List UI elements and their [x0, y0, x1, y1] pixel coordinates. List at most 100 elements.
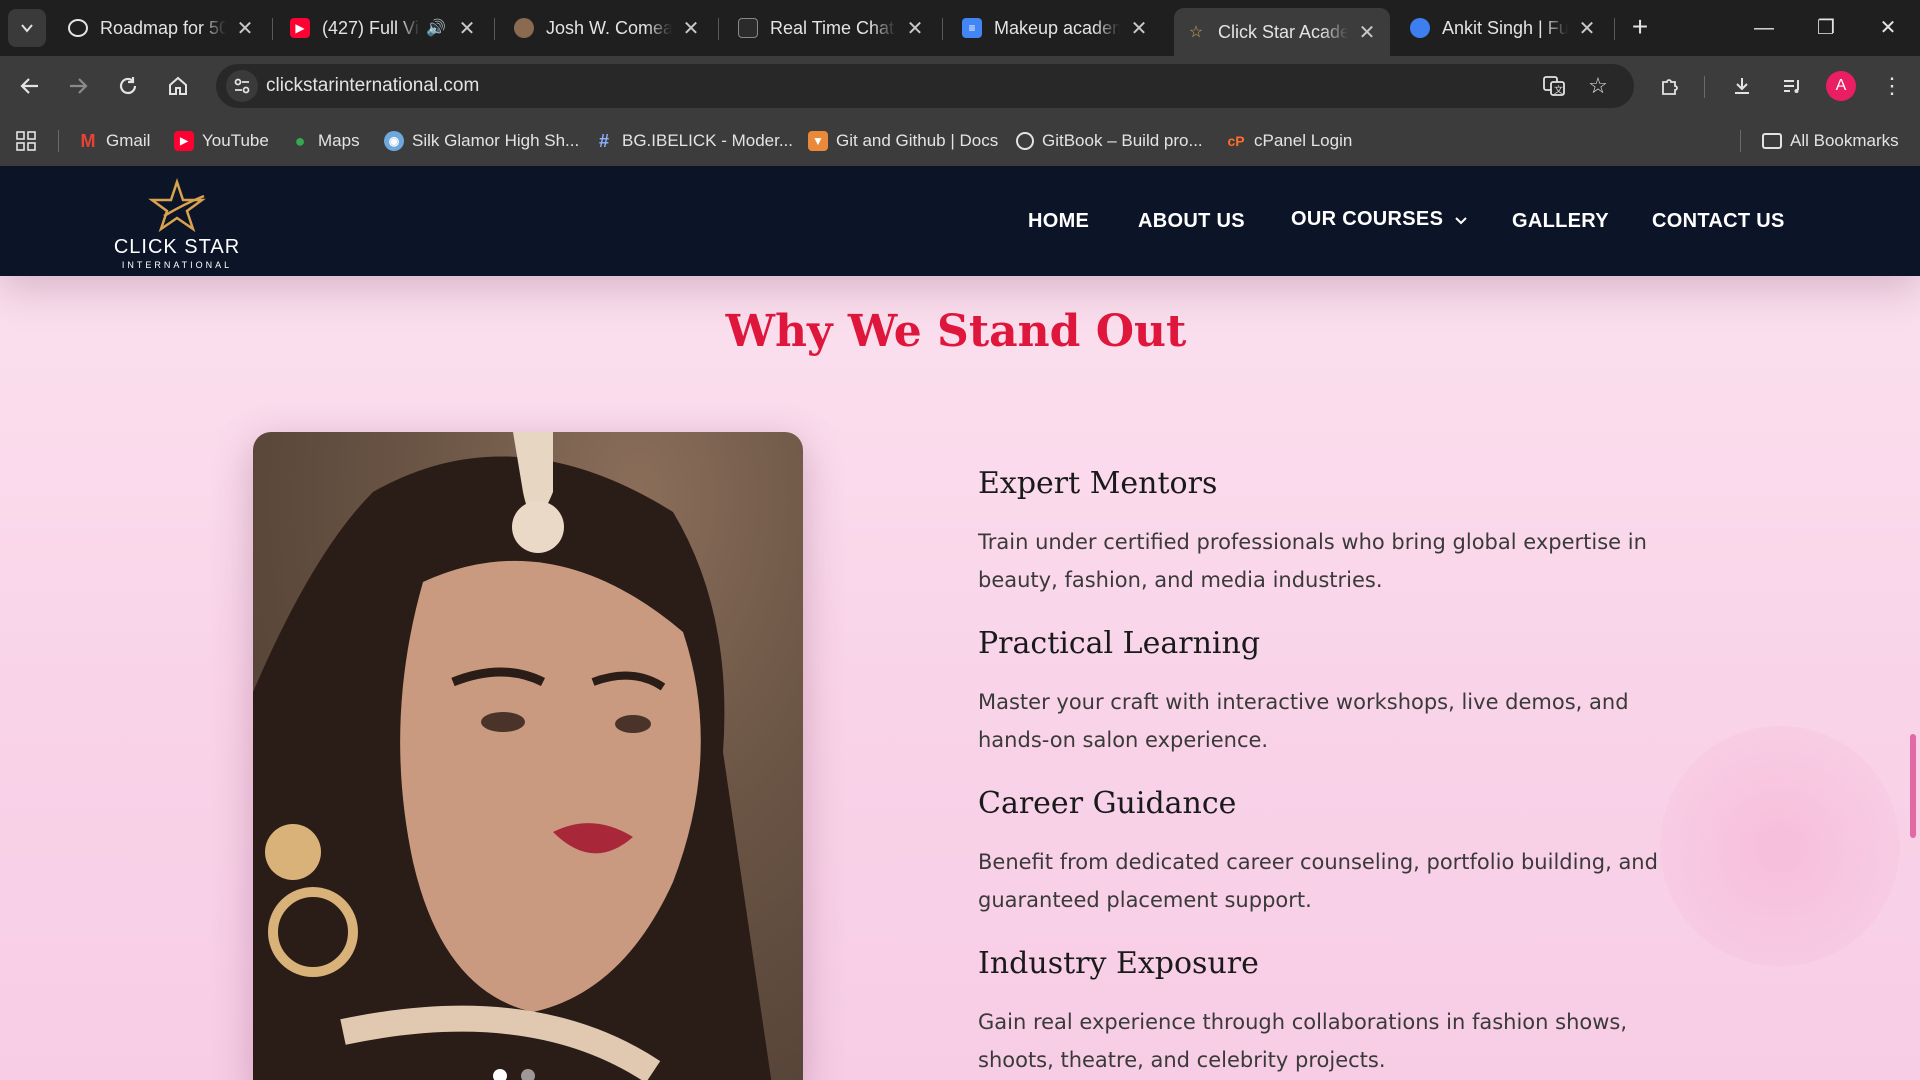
browser-tab[interactable]: Roadmap for 50 ✕ — [56, 8, 268, 48]
briefcase-icon — [1410, 18, 1430, 38]
bookmark-gitbook[interactable]: GitBook – Build pro... — [1016, 128, 1203, 154]
all-bookmarks-label: All Bookmarks — [1790, 131, 1899, 150]
tab-title: (427) Full Vid — [322, 17, 420, 38]
address-bar[interactable]: clickstarinternational.com 文 ☆ — [216, 64, 1634, 108]
tab-title: Ankit Singh | Full — [1442, 17, 1568, 38]
bookmark-cpanel[interactable]: cP cPanel Login — [1226, 128, 1352, 154]
feature-text: Master your craft with interactive works… — [978, 690, 1629, 752]
bookmark-label: Maps — [318, 131, 360, 150]
minimize-button[interactable]: — — [1736, 8, 1792, 48]
tab-strip: Roadmap for 50 ✕ ▶ (427) Full Vid 🔊 ✕ Jo… — [0, 0, 1920, 56]
nav-contact-us[interactable]: CONTACT US — [1652, 210, 1785, 233]
feature-text: Gain real experience through collaborati… — [978, 1010, 1628, 1072]
bookmark-label: Git and Github | Docs — [836, 131, 999, 150]
site-info-button[interactable] — [226, 70, 258, 102]
translate-icon[interactable]: 文 — [1540, 72, 1568, 100]
menu-kebab-icon[interactable]: ⋮ — [1874, 68, 1910, 104]
bookmarks-separator — [1740, 130, 1741, 152]
bookmarks-bar: M Gmail ▶ YouTube ● Maps ◉ Silk Glamor H… — [0, 116, 1920, 166]
logo-name: CLICK STAR — [113, 236, 241, 258]
browser-tab[interactable]: Josh W. Comeau ✕ — [502, 8, 714, 48]
carousel-dot[interactable] — [493, 1069, 507, 1080]
carousel-dot[interactable] — [521, 1069, 535, 1080]
bookmark-star-icon[interactable]: ☆ — [1584, 72, 1612, 100]
star-logo-icon — [148, 178, 206, 233]
feature-text: Train under certified professionals who … — [978, 530, 1647, 592]
all-bookmarks-button[interactable]: All Bookmarks — [1762, 128, 1899, 154]
tab-title: Makeup academy — [994, 17, 1120, 38]
new-tab-button[interactable]: + — [1624, 12, 1656, 44]
profile-avatar[interactable]: A — [1826, 71, 1856, 101]
bookmark-gmail[interactable]: M Gmail — [78, 128, 151, 154]
close-icon[interactable]: ✕ — [234, 16, 256, 41]
section-title: Why We Stand Out — [725, 306, 1187, 357]
bookmark-label: BG.IBELICK - Moder... — [622, 131, 794, 150]
home-icon — [169, 76, 187, 95]
close-icon[interactable]: ✕ — [904, 16, 926, 41]
close-icon[interactable]: ✕ — [1356, 20, 1378, 45]
browser-tab[interactable]: Ankit Singh | Full ✕ — [1398, 8, 1610, 48]
browser-tab[interactable]: Real Time Chat Pi ✕ — [726, 8, 938, 48]
browser-tab[interactable]: ≡ Makeup academy ✕ — [950, 8, 1162, 48]
download-icon[interactable] — [1724, 68, 1760, 104]
bookmark-maps[interactable]: ● Maps — [290, 128, 360, 154]
browser-tab-active[interactable]: ☆ Click Star Academ ✕ — [1174, 8, 1390, 56]
bookmark-silk-glamor[interactable]: ◉ Silk Glamor High Sh... — [384, 128, 579, 154]
logo-subtitle: INTERNATIONAL — [121, 260, 233, 270]
home-button[interactable] — [160, 68, 196, 104]
extensions-icon[interactable] — [1652, 68, 1688, 104]
nav-about-us[interactable]: ABOUT US — [1138, 210, 1245, 233]
hash-icon: # — [598, 130, 609, 151]
nav-our-courses-label: OUR COURSES — [1291, 208, 1444, 230]
gitbook-icon — [1016, 132, 1034, 150]
tab-search-button[interactable] — [8, 9, 46, 47]
tab-title: Roadmap for 50 — [100, 17, 226, 38]
feature-title: Industry Exposure — [978, 946, 1259, 981]
nav-home[interactable]: HOME — [1028, 210, 1089, 233]
forward-button[interactable] — [60, 68, 96, 104]
tab-title: Click Star Academ — [1218, 21, 1348, 42]
reload-icon — [119, 77, 137, 95]
model-photo — [253, 432, 803, 1080]
gmail-icon: M — [80, 130, 96, 151]
close-window-button[interactable]: ✕ — [1860, 8, 1916, 48]
arrow-left-icon — [20, 78, 38, 94]
site-logo[interactable]: CLICK STAR INTERNATIONAL — [112, 178, 242, 270]
bookmark-label: cPanel Login — [1254, 131, 1353, 150]
bookmark-bg-ibelick[interactable]: # BG.IBELICK - Moder... — [594, 128, 793, 154]
avatar-icon — [514, 18, 534, 38]
nav-our-courses[interactable]: OUR COURSES — [1291, 208, 1469, 231]
bookmark-git-github[interactable]: ▼ Git and Github | Docs — [808, 128, 998, 154]
folder-icon — [1762, 133, 1782, 149]
back-button[interactable] — [12, 68, 48, 104]
close-icon[interactable]: ✕ — [1576, 16, 1598, 41]
docs-icon: ≡ — [962, 18, 982, 38]
reload-button[interactable] — [110, 68, 146, 104]
model-portrait-illustration — [253, 432, 772, 1080]
browser-tab[interactable]: ▶ (427) Full Vid 🔊 ✕ — [278, 8, 490, 48]
speaker-icon[interactable]: 🔊 — [426, 18, 448, 38]
cup-icon: ▼ — [808, 131, 828, 151]
restore-button[interactable]: ❐ — [1798, 8, 1854, 48]
bookmark-youtube[interactable]: ▶ YouTube — [174, 128, 269, 154]
feature-title: Career Guidance — [978, 786, 1237, 821]
bookmarks-separator — [58, 130, 59, 152]
close-icon[interactable]: ✕ — [680, 16, 702, 41]
browser-toolbar: clickstarinternational.com 文 ☆ A ⋮ — [0, 56, 1920, 116]
bookmark-label: YouTube — [202, 131, 269, 150]
chevron-down-icon — [1455, 216, 1467, 224]
apps-grid-icon[interactable] — [16, 128, 36, 154]
feature-industry-exposure: Industry Exposure Gain real experience t… — [978, 946, 1678, 1079]
nav-gallery[interactable]: GALLERY — [1512, 210, 1609, 233]
cpanel-icon: cP — [1227, 133, 1245, 149]
toolbar-divider — [1704, 76, 1705, 98]
page-scrollbar[interactable] — [1910, 734, 1916, 838]
media-control-icon[interactable] — [1774, 68, 1810, 104]
feature-title: Practical Learning — [978, 626, 1261, 661]
feature-practical-learning: Practical Learning Master your craft wit… — [978, 626, 1678, 759]
globe-icon: ◉ — [384, 131, 404, 151]
close-icon[interactable]: ✕ — [456, 16, 478, 41]
url-text[interactable]: clickstarinternational.com — [266, 75, 479, 97]
close-icon[interactable]: ✕ — [1128, 16, 1150, 41]
app-icon — [738, 18, 758, 38]
